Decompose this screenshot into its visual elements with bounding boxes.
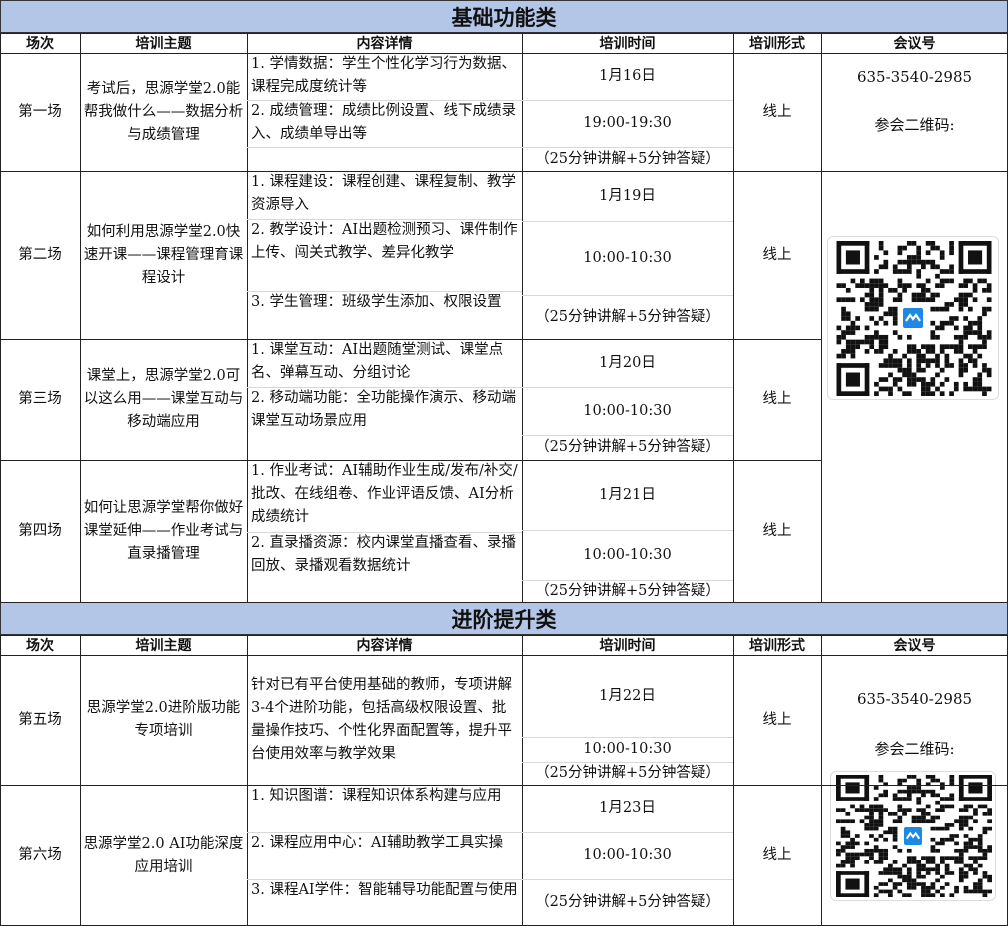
session-topic: 如何利用思源学堂2.0快速开课——课程管理育课程设计 (83, 223, 244, 286)
session-topic: 课堂上，思源学堂2.0可以这么用——课堂互动与移动端应用 (83, 368, 244, 430)
detail-line: 1. 课堂互动：AI出题随堂测试、课堂点名、弹幕互动、分组讨论 (251, 342, 504, 381)
meeting-id: 635-3540-2985 (856, 689, 973, 708)
detail-line: 3. 课程AI学件：智能辅导功能配置与使用 (251, 882, 518, 898)
meeting-id: 635-3540-2985 (856, 67, 973, 86)
header-topic: 培训主题 (135, 638, 192, 654)
detail-line: 1. 学情数据：学生个性化学习行为数据、课程完成度统计等 (251, 56, 516, 95)
session-format: 线上 (762, 103, 792, 120)
detail-line: 2. 教学设计：AI出题检测预习、课件制作上传、闯关式教学、差异化教学 (251, 222, 518, 261)
session-label: 第一场 (18, 103, 62, 120)
header-session: 场次 (26, 36, 54, 52)
header-meeting-id: 会议号 (893, 638, 936, 654)
header-row-advanced: 场次 培训主题 内容详情 培训时间 培训形式 会议号 (0, 635, 1008, 655)
session-date: 1月16日 (599, 68, 656, 84)
qr-label: 参会二维码: (874, 115, 955, 134)
header-topic: 培训主题 (135, 36, 192, 52)
detail-line: 2. 课程应用中心：AI辅助教学工具实操 (251, 835, 504, 851)
session-topic: 思源学堂2.0进阶版功能专项培训 (86, 700, 241, 739)
session-topic: 如何让思源学堂帮你做好课堂延伸——作业考试与直录播管理 (83, 499, 244, 562)
session-note: （25分钟讲解+5分钟答疑） (535, 582, 720, 599)
session-time: 10:00-10:30 (583, 249, 672, 266)
header-details: 内容详情 (356, 638, 413, 654)
header-time: 培训时间 (599, 638, 656, 654)
session-time: 10:00-10:30 (583, 402, 672, 419)
session-date: 1月22日 (599, 687, 656, 704)
session-topic: 考试后，思源学堂2.0能帮我做什么——数据分析与成绩管理 (83, 80, 244, 143)
header-details: 内容详情 (356, 36, 413, 52)
session-format: 线上 (762, 711, 792, 728)
session-date: 1月19日 (599, 187, 656, 204)
detail-line: 1. 知识图谱：课程知识体系构建与应用 (251, 788, 502, 804)
section-title-advanced: 进阶提升类 (0, 602, 1008, 635)
session-label: 第四场 (18, 522, 62, 539)
session-note: （25分钟讲解+5分钟答疑） (535, 150, 720, 167)
session-note: （25分钟讲解+5分钟答疑） (535, 765, 720, 781)
session-date: 1月23日 (599, 800, 656, 816)
session-topic: 思源学堂2.0 AI功能深度应用培训 (83, 835, 244, 875)
session-time: 10:00-10:30 (583, 546, 672, 563)
header-session: 场次 (26, 638, 54, 654)
table-row: 第四场 如何让思源学堂帮你做好课堂延伸——作业考试与直录播管理 1. 作业考试：… (0, 460, 1008, 602)
header-row-basic: 场次 培训主题 内容详情 培训时间 培训形式 会议号 (0, 33, 1008, 53)
session-format: 线上 (762, 847, 792, 863)
detail-line: 1. 作业考试：AI辅助作业生成/发布/补交/批改、在线组卷、作业评语反馈、AI… (251, 463, 518, 525)
session-label: 第六场 (18, 847, 62, 863)
detail-line: 1. 课程建设：课程创建、课程复制、教学资源导入 (251, 174, 516, 213)
session-note: （25分钟讲解+5分钟答疑） (535, 439, 720, 455)
session-time: 10:00-10:30 (583, 847, 672, 863)
detail-line: 3. 学生管理：班级学生添加、权限设置 (251, 294, 502, 310)
header-meeting-id: 会议号 (893, 36, 936, 52)
session-label: 第三场 (18, 391, 62, 407)
session-format: 线上 (762, 391, 792, 407)
session-format: 线上 (762, 522, 792, 539)
detail-line: 2. 成绩管理：成绩比例设置、线下成绩录入、成绩单导出等 (251, 103, 516, 142)
session-time: 19:00-19:30 (583, 115, 672, 131)
header-format: 培训形式 (749, 36, 805, 52)
session-date: 1月21日 (599, 486, 656, 503)
detail-line: 2. 移动端功能：全功能操作演示、移动端课堂互动场景应用 (251, 390, 516, 429)
meeting-logo-icon (901, 824, 925, 848)
section-title-basic: 基础功能类 (0, 0, 1008, 33)
session-label: 第二场 (18, 246, 62, 263)
detail-line: 2. 直录播资源：校内课堂直播查看、录播回放、录播观看数据统计 (251, 535, 516, 574)
header-format: 培训形式 (749, 638, 805, 654)
session-date: 1月20日 (599, 354, 656, 371)
session-note: （25分钟讲解+5分钟答疑） (535, 894, 720, 910)
session-note: （25分钟讲解+5分钟答疑） (535, 308, 720, 325)
session-label: 第五场 (18, 711, 62, 728)
detail-line: 针对已有平台使用基础的教师，专项讲解3-4个进阶功能，包括高级权限设置、批量操作… (251, 677, 512, 762)
qr-code-icon[interactable] (830, 771, 996, 901)
qr-label: 参会二维码: (874, 739, 955, 758)
meeting-logo-icon (900, 305, 926, 331)
qr-code-icon[interactable] (827, 236, 999, 400)
session-time: 10:00-10:30 (583, 741, 672, 757)
header-time: 培训时间 (599, 36, 656, 52)
session-format: 线上 (762, 246, 792, 263)
